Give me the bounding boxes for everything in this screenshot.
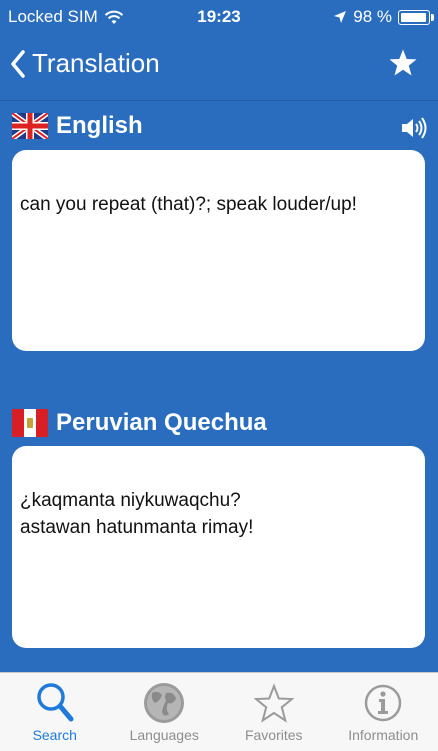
favorite-star-button[interactable] (388, 48, 418, 83)
chevron-left-icon (10, 50, 26, 78)
source-text: can you repeat (that)?; speak louder/up! (20, 194, 357, 215)
globe-icon (142, 681, 186, 725)
battery-icon (398, 10, 430, 25)
speaker-icon (400, 116, 428, 140)
status-right: 98 % (333, 7, 430, 27)
tab-information-label: Information (348, 727, 418, 743)
star-outline-icon (254, 683, 294, 723)
tab-languages[interactable]: Languages (110, 673, 220, 751)
target-language-label: Peruvian Quechua (56, 409, 267, 437)
info-icon (363, 683, 403, 723)
back-button[interactable]: Translation (10, 48, 160, 79)
nav-bar: Translation (0, 34, 438, 101)
star-icon (388, 48, 418, 78)
tab-languages-label: Languages (130, 727, 199, 743)
tab-search[interactable]: Search (0, 673, 110, 751)
battery-fill (401, 13, 426, 22)
source-language-header: English (12, 112, 143, 140)
back-label: Translation (32, 48, 160, 79)
tab-favorites-icon-wrap (254, 679, 294, 727)
tab-languages-icon-wrap (142, 679, 186, 727)
speaker-button[interactable] (400, 116, 428, 145)
tab-search-label: Search (33, 727, 77, 743)
uk-flag-icon (12, 113, 48, 139)
location-arrow-icon (333, 10, 347, 24)
target-text: ¿kaqmanta niykuwaqchu? astawan hatunmant… (20, 490, 253, 538)
tab-favorites-label: Favorites (245, 727, 303, 743)
tab-favorites[interactable]: Favorites (219, 673, 329, 751)
tab-search-icon-wrap (35, 679, 75, 727)
tab-information[interactable]: Information (329, 673, 438, 751)
tab-information-icon-wrap (363, 679, 403, 727)
status-bar: Locked SIM 19:23 98 % (0, 0, 438, 34)
battery-percent: 98 % (353, 7, 392, 27)
target-text-card[interactable]: ¿kaqmanta niykuwaqchu? astawan hatunmant… (12, 446, 425, 648)
source-text-card[interactable]: can you repeat (that)?; speak louder/up! (12, 150, 425, 351)
peru-flag-icon (12, 409, 48, 437)
search-icon (35, 681, 75, 725)
source-language-label: English (56, 112, 143, 140)
target-language-header: Peruvian Quechua (12, 409, 267, 437)
tab-bar: Search Languages Favorites Informat (0, 672, 438, 751)
